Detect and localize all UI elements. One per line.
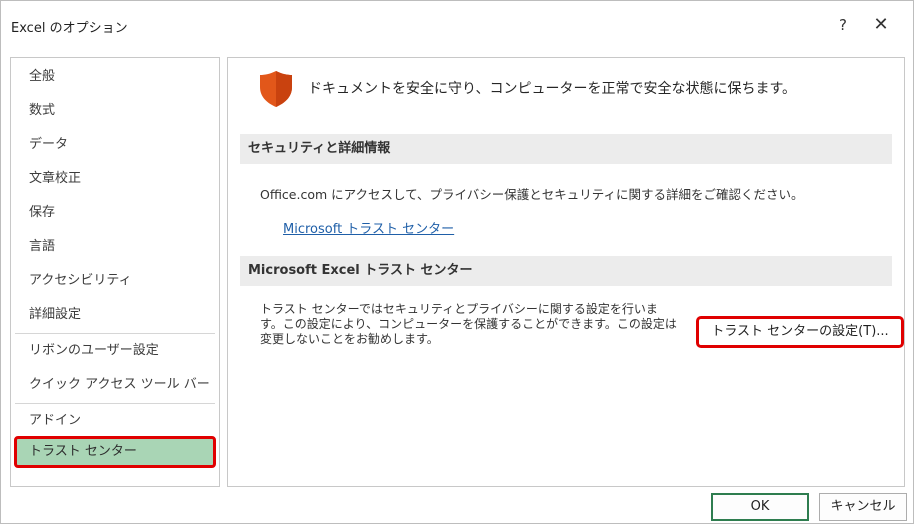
cancel-button[interactable]: キャンセル — [819, 493, 907, 521]
nav-item-proofing[interactable]: 文章校正 — [11, 162, 219, 196]
nav-item-quick-access-toolbar[interactable]: クイック アクセス ツール バー — [11, 368, 219, 402]
trust-center-settings-button[interactable]: トラスト センターの設定(T)... — [696, 316, 904, 348]
nav-item-formulas[interactable]: 数式 — [11, 94, 219, 128]
nav-item-advanced[interactable]: 詳細設定 — [11, 298, 219, 332]
help-icon[interactable]: ? — [831, 13, 855, 37]
nav-item-customize-ribbon[interactable]: リボンのユーザー設定 — [11, 334, 219, 368]
nav-item-general[interactable]: 全般 — [11, 60, 219, 94]
section-header-trust-center: Microsoft Excel トラスト センター — [240, 256, 892, 286]
ok-button[interactable]: OK — [711, 493, 809, 521]
options-nav: 全般 数式 データ 文章校正 保存 言語 アクセシビリティ 詳細設定 リボンのユ… — [10, 57, 220, 487]
shield-icon — [260, 71, 292, 107]
section-header-security-info: セキュリティと詳細情報 — [240, 134, 892, 164]
nav-item-save[interactable]: 保存 — [11, 196, 219, 230]
trust-center-link[interactable]: Microsoft トラスト センター — [283, 218, 454, 237]
trust-center-description: トラスト センターではセキュリティとプライバシーに関する設定を行います。この設定… — [260, 302, 677, 346]
title-bar: Excel のオプション ? ✕ — [1, 1, 913, 49]
close-icon[interactable]: ✕ — [867, 13, 895, 37]
privacy-description: Office.com にアクセスして、プライバシー保護とセキュリティに関する詳細… — [260, 187, 804, 202]
page-headline: ドキュメントを安全に守り、コンピューターを正常で安全な状態に保ちます。 — [308, 81, 797, 97]
nav-item-data[interactable]: データ — [11, 128, 219, 162]
nav-item-trust-center[interactable]: トラスト センター — [17, 438, 213, 466]
options-dialog: Excel のオプション ? ✕ 全般 数式 データ 文章校正 保存 言語 アク… — [0, 0, 914, 524]
nav-item-language[interactable]: 言語 — [11, 230, 219, 264]
content-panel: ドキュメントを安全に守り、コンピューターを正常で安全な状態に保ちます。 セキュリ… — [227, 57, 905, 487]
nav-item-accessibility[interactable]: アクセシビリティ — [11, 264, 219, 298]
nav-item-addins[interactable]: アドイン — [11, 404, 219, 438]
window-title: Excel のオプション — [11, 21, 128, 36]
